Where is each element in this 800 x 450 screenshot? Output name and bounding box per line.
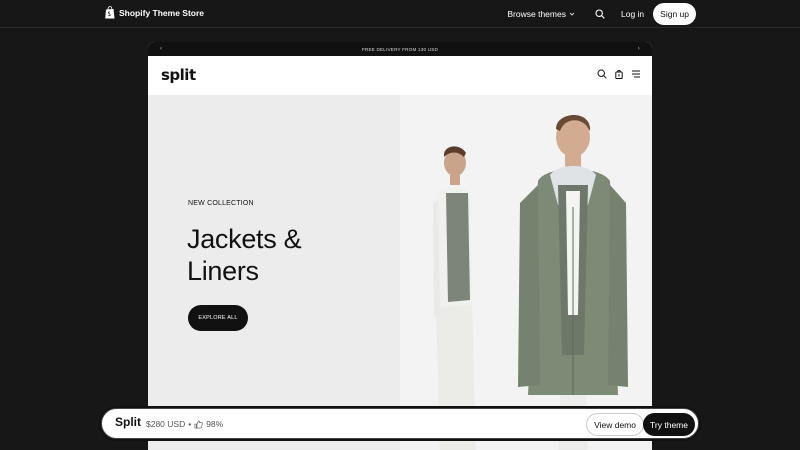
hero-headline-line2: Liners (187, 256, 259, 286)
split-logo[interactable]: split (161, 66, 196, 84)
hero-text-panel: NEW COLLECTION Jackets & Liners EXPLORE … (148, 95, 400, 450)
cart-icon[interactable] (614, 69, 624, 79)
hero-headline-line1: Jackets & (187, 224, 302, 254)
shopify-bag-icon (105, 6, 115, 19)
theme-rating: 98% (206, 419, 224, 429)
hero-eyebrow: NEW COLLECTION (188, 200, 254, 207)
search-icon[interactable] (597, 69, 607, 79)
chevron-down-icon (569, 12, 575, 16)
theme-name: Split (115, 415, 141, 429)
hero-image (400, 95, 652, 450)
side-model-illustration (433, 146, 476, 450)
store-brand-label: Shopify Theme Store (119, 7, 205, 18)
theme-price: $280 USD (146, 419, 186, 429)
explore-all-button[interactable]: EXPLORE ALL (188, 305, 248, 331)
hamburger-menu-icon[interactable] (631, 69, 641, 79)
theme-action-bar: Split $280 USD • 98% View demo Try theme (101, 408, 699, 439)
login-link[interactable]: Log in (621, 9, 644, 19)
browse-themes-label: Browse themes (507, 9, 566, 19)
theme-meta: $280 USD • 98% (146, 419, 223, 429)
chevron-left-icon[interactable]: ‹ (160, 42, 162, 56)
signup-button[interactable]: Sign up (653, 3, 696, 25)
hero-banner: NEW COLLECTION Jackets & Liners EXPLORE … (148, 95, 652, 450)
theme-store-navbar: Shopify Theme Store Browse themes Log in… (0, 0, 800, 28)
thumbs-up-icon (194, 420, 203, 428)
announcement-bar: ‹ FREE DELIVERY FROM 130 USD › (148, 42, 652, 56)
model-photo (433, 115, 628, 450)
hero-headline: Jackets & Liners (187, 223, 387, 287)
meta-separator: • (188, 419, 192, 429)
front-model-illustration (518, 115, 628, 450)
search-icon[interactable] (595, 9, 605, 19)
announcement-text: FREE DELIVERY FROM 130 USD (362, 46, 438, 52)
theme-preview-frame: ‹ FREE DELIVERY FROM 130 USD › split NEW… (148, 42, 652, 450)
store-brand-link[interactable]: Shopify Theme Store (105, 6, 204, 19)
browse-themes-dropdown[interactable]: Browse themes (507, 9, 575, 19)
preview-header: split (148, 56, 652, 95)
chevron-right-icon[interactable]: › (638, 42, 640, 56)
view-demo-button[interactable]: View demo (586, 413, 644, 436)
try-theme-button[interactable]: Try theme (643, 413, 695, 436)
